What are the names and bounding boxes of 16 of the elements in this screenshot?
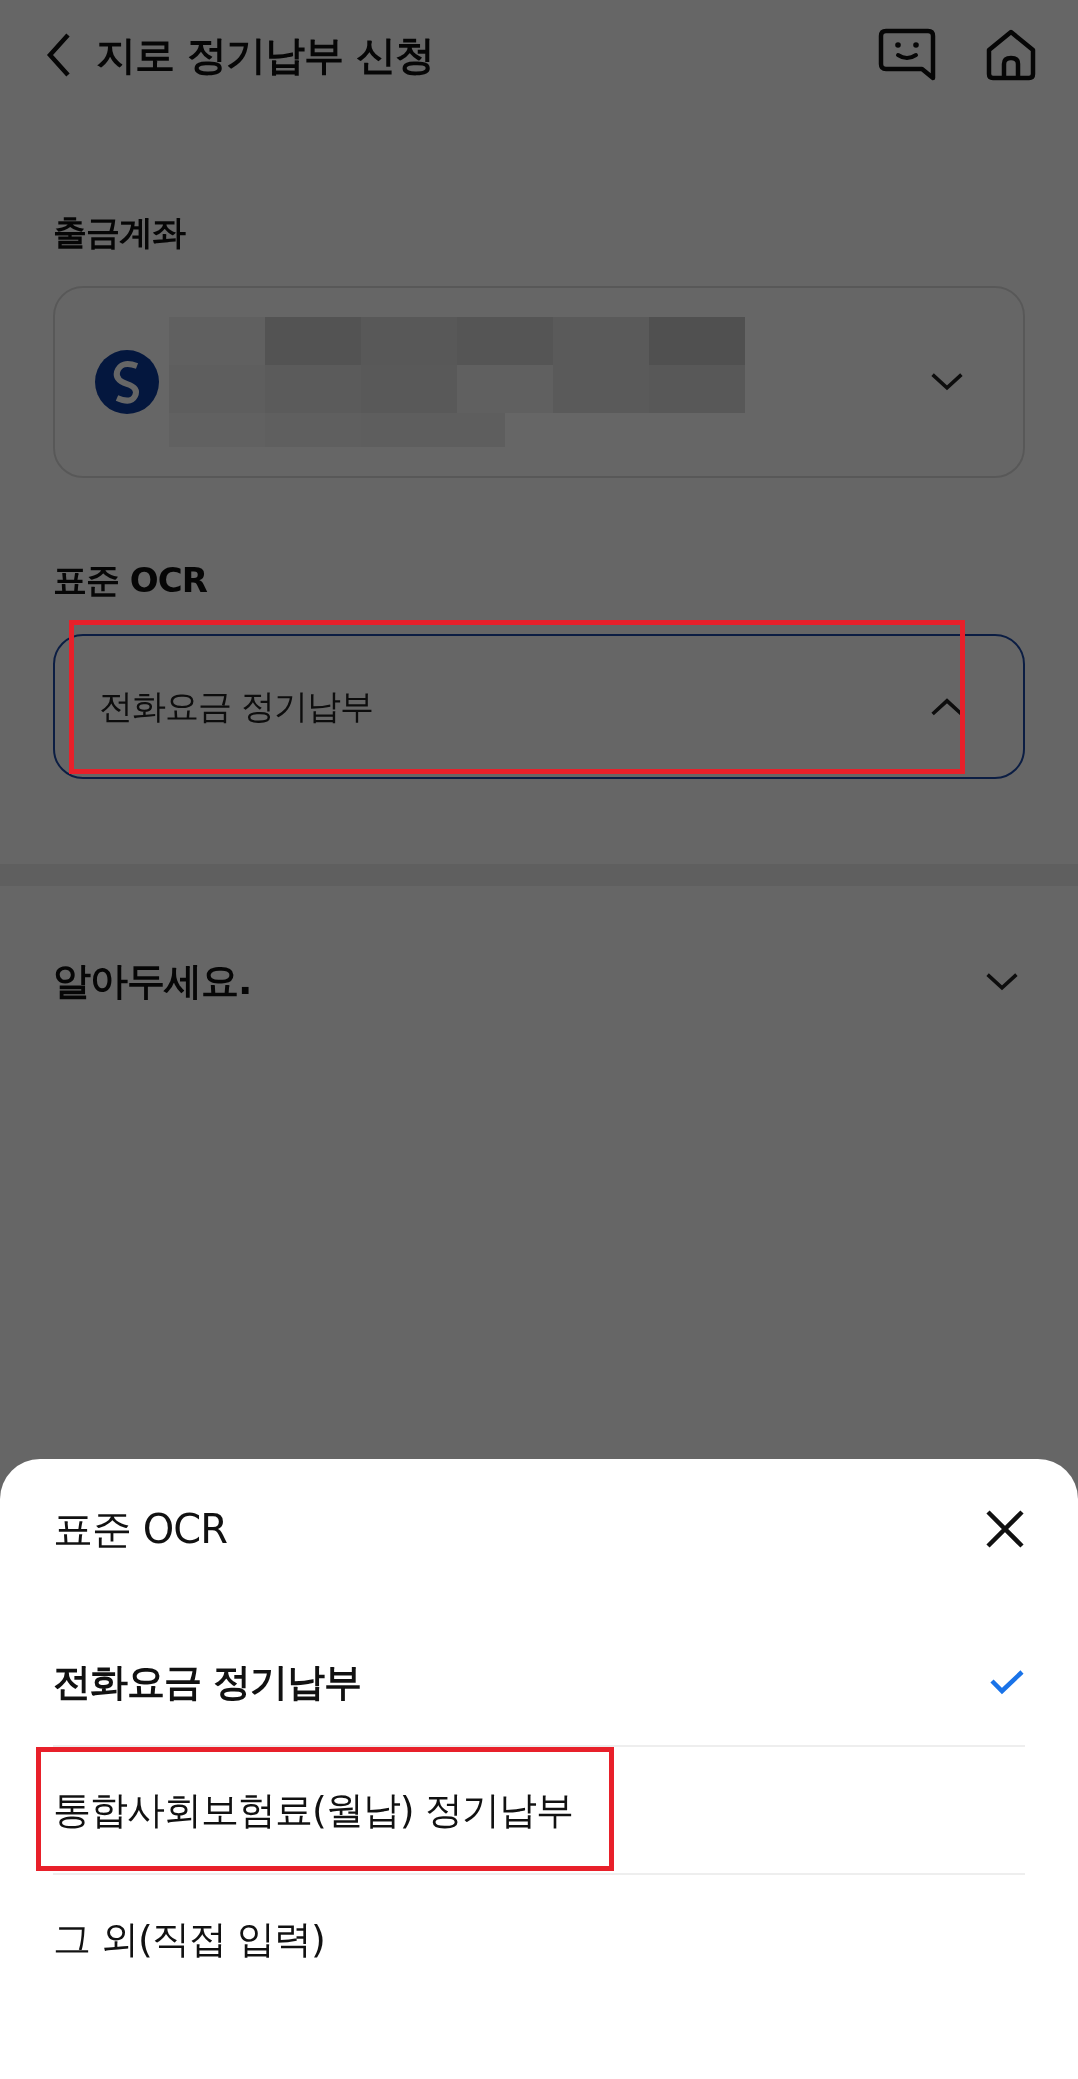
notice-toggle[interactable]: 알아두세요. (0, 886, 1078, 1007)
chat-smile-icon[interactable] (878, 28, 936, 82)
ocr-label: 표준 OCR (53, 559, 208, 602)
option-item[interactable]: 그 외(직접 입력) (53, 1875, 1025, 2003)
page-title: 지로 정기납부 신청 (96, 30, 435, 80)
check-icon (989, 1669, 1025, 1695)
option-item[interactable]: 전화요금 정기납부 (53, 1619, 1025, 1747)
option-item[interactable]: 통합사회보험료(월납) 정기납부 (53, 1747, 1025, 1875)
sheet-title: 표준 OCR (53, 1504, 227, 1554)
close-icon[interactable] (985, 1509, 1025, 1549)
bank-logo-icon (95, 350, 159, 414)
account-label: 출금계좌 (53, 211, 187, 254)
chevron-down-icon (929, 371, 965, 393)
ocr-value: 전화요금 정기납부 (99, 684, 373, 728)
home-icon[interactable] (984, 28, 1038, 82)
back-icon[interactable] (46, 32, 72, 78)
